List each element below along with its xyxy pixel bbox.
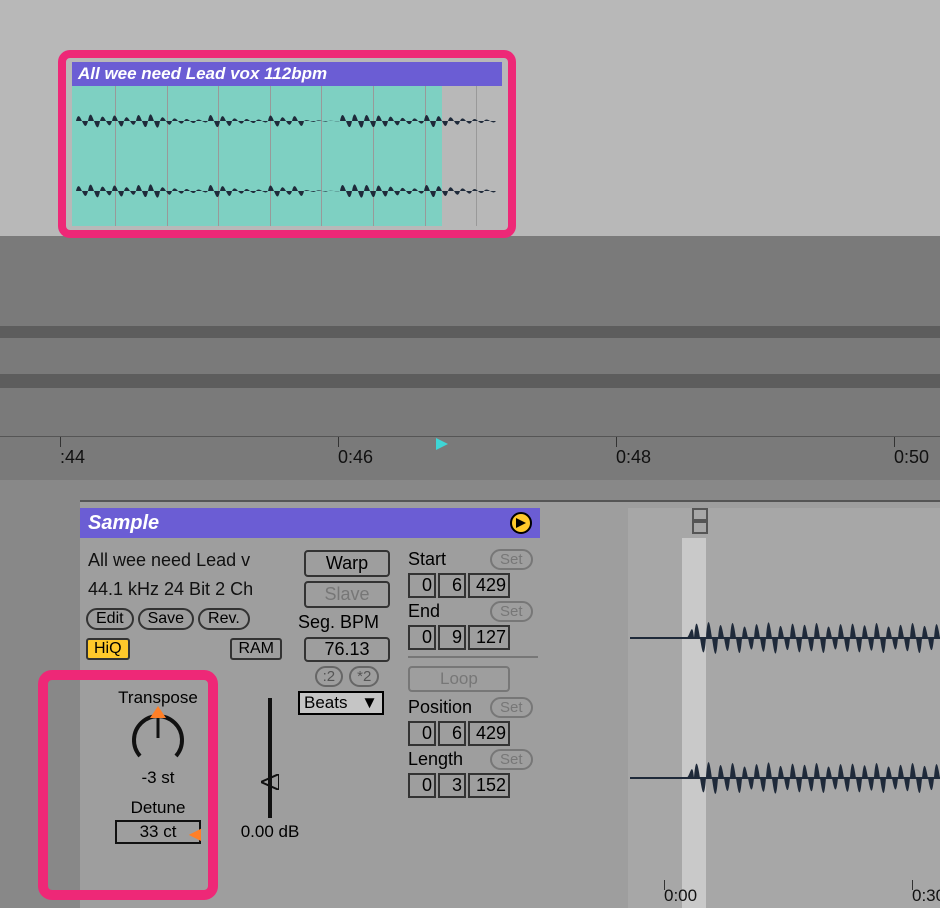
track-lane-empty3[interactable] (0, 388, 940, 436)
seg-bpm-value[interactable]: 76.13 (304, 637, 390, 662)
start-ticks[interactable]: 429 (468, 573, 510, 598)
ruler-time-2: 0:48 (616, 447, 651, 468)
warp-mode-select[interactable]: Beats ▼ (298, 691, 384, 715)
warp-toggle[interactable]: Warp (304, 550, 390, 577)
sample-waveform-view[interactable]: 0:00 0:30 (628, 508, 940, 908)
transpose-label: Transpose (86, 688, 230, 708)
transpose-section: Transpose -3 st Detune 33 ct ◀ (86, 688, 230, 846)
start-bars[interactable]: 0 (408, 573, 436, 598)
half-tempo-button[interactable]: :2 (315, 666, 344, 687)
triangle-left-icon: ◀ (189, 824, 201, 844)
hiq-toggle[interactable]: HiQ (86, 638, 130, 660)
track-lane-empty2[interactable] (0, 338, 940, 374)
arrangement-view[interactable]: All wee need Lead vox 112bpm :44 0:46 0:… (0, 0, 940, 480)
sample-name-text[interactable]: All wee need Lead v (84, 546, 284, 575)
end-ticks[interactable]: 127 (468, 625, 510, 650)
clip-gain-value[interactable]: 0.00 dB (238, 822, 302, 842)
sample-device-panel: Sample All wee need Lead v 44.1 kHz 24 B… (80, 500, 940, 908)
timeline-ruler[interactable]: :44 0:46 0:48 0:50 (0, 436, 940, 480)
position-beats[interactable]: 6 (438, 721, 466, 746)
track-divider2 (0, 374, 940, 388)
track-lane-empty[interactable] (0, 236, 940, 326)
position-bars[interactable]: 0 (408, 721, 436, 746)
loop-toggle[interactable]: Loop (408, 666, 510, 692)
clip-gain-section: 0.00 dB (238, 698, 302, 842)
sample-info-column: All wee need Lead v 44.1 kHz 24 Bit 2 Ch… (84, 546, 284, 664)
transpose-value[interactable]: -3 st (86, 768, 230, 788)
end-beats[interactable]: 9 (438, 625, 466, 650)
sample-header-label: Sample (88, 512, 159, 535)
start-beats[interactable]: 6 (438, 573, 466, 598)
ram-toggle[interactable]: RAM (230, 638, 282, 660)
start-set-button[interactable]: Set (490, 549, 533, 570)
warp-marker[interactable] (692, 508, 712, 538)
arrow-right-icon (514, 516, 528, 530)
warp-column: Warp Slave Seg. BPM 76.13 :2 *2 Beats ▼ (292, 546, 402, 719)
chevron-down-icon: ▼ (361, 693, 378, 713)
warp-mode-value: Beats (304, 693, 347, 713)
ruler-time-0: :44 (60, 447, 85, 468)
detune-value-box[interactable]: 33 ct ◀ (115, 820, 201, 844)
sample-ruler-0: 0:00 (664, 886, 697, 906)
audio-clip[interactable]: All wee need Lead vox 112bpm (72, 62, 502, 226)
sample-waveform-right (630, 718, 940, 838)
transpose-knob[interactable] (126, 708, 190, 768)
ruler-time-1: 0:46 (338, 447, 373, 468)
detune-label: Detune (86, 798, 230, 818)
end-label: End (408, 601, 484, 622)
reverse-button[interactable]: Rev. (198, 608, 250, 630)
sample-format-text: 44.1 kHz 24 Bit 2 Ch (84, 575, 284, 604)
sample-header: Sample (80, 508, 540, 538)
detune-value: 33 ct (140, 822, 177, 841)
clip-gain-slider[interactable] (268, 698, 272, 818)
markers-column: Start Set 0 6 429 End Set 0 9 127 Loop P… (408, 546, 620, 801)
ruler-time-3: 0:50 (894, 447, 929, 468)
end-bars[interactable]: 0 (408, 625, 436, 650)
waveform-channel-right (76, 164, 506, 218)
position-set-button[interactable]: Set (490, 697, 533, 718)
waveform-channel-left (76, 94, 506, 148)
length-label: Length (408, 749, 484, 770)
save-button[interactable]: Save (138, 608, 194, 630)
position-label: Position (408, 697, 484, 718)
clip-body[interactable] (72, 86, 502, 226)
length-ticks[interactable]: 152 (468, 773, 510, 798)
edit-button[interactable]: Edit (86, 608, 134, 630)
divider (408, 656, 538, 658)
track-divider (0, 326, 940, 338)
length-bars[interactable]: 0 (408, 773, 436, 798)
position-ticks[interactable]: 429 (468, 721, 510, 746)
end-set-button[interactable]: Set (490, 601, 533, 622)
sample-waveform-left (630, 578, 940, 698)
start-label: Start (408, 549, 484, 570)
playhead-marker[interactable] (436, 437, 450, 453)
slider-thumb-icon (261, 774, 279, 790)
length-beats[interactable]: 3 (438, 773, 466, 798)
clip-title[interactable]: All wee need Lead vox 112bpm (72, 62, 502, 86)
hotswap-button[interactable] (510, 512, 532, 534)
sample-ruler[interactable]: 0:00 0:30 (628, 880, 940, 908)
sample-ruler-1: 0:30 (912, 886, 940, 906)
length-set-button[interactable]: Set (490, 749, 533, 770)
knob-indicator-icon (150, 706, 166, 718)
seg-bpm-label: Seg. BPM (292, 612, 402, 633)
double-tempo-button[interactable]: *2 (349, 666, 379, 687)
slave-toggle[interactable]: Slave (304, 581, 390, 608)
